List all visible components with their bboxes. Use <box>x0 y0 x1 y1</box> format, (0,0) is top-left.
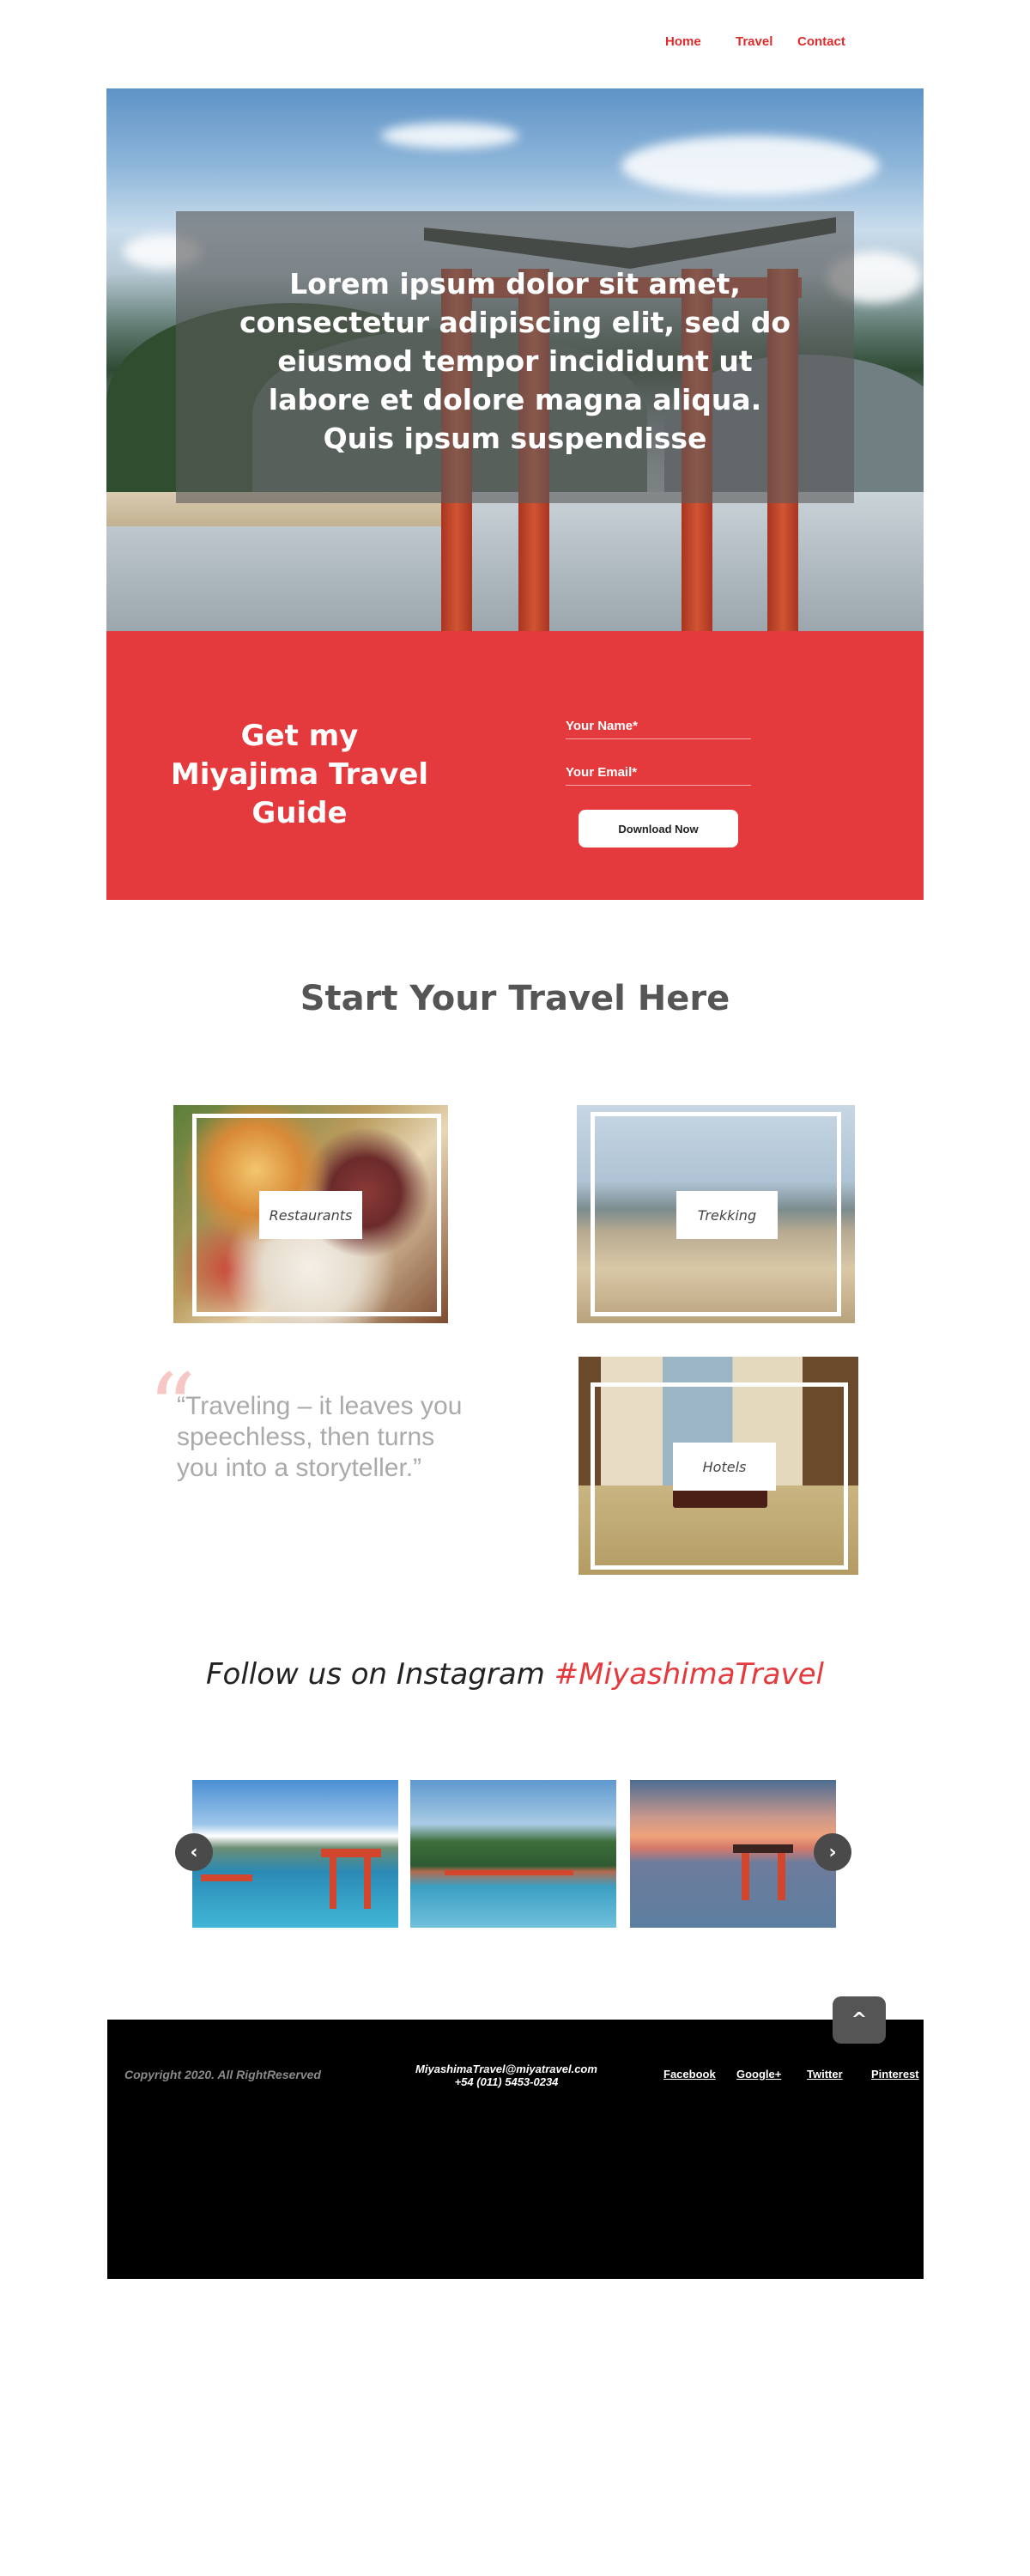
travel-guide-form: Get my Miyajima Travel Guide Your Name* … <box>106 631 924 900</box>
card-label-restaurants: Restaurants <box>259 1191 362 1239</box>
social-link-pinterest[interactable]: Pinterest <box>871 2068 919 2081</box>
footer-email[interactable]: MiyashimaTravel@miyatravel.com <box>399 2063 614 2075</box>
hero-cloud <box>621 136 879 196</box>
social-link-twitter[interactable]: Twitter <box>807 2068 843 2081</box>
card-label-hotels: Hotels <box>673 1443 776 1491</box>
card-label-trekking: Trekking <box>676 1191 778 1239</box>
instagram-photo[interactable] <box>630 1780 836 1928</box>
guide-title: Get my Miyajima Travel Guide <box>170 719 429 830</box>
hero-cloud <box>381 123 518 149</box>
email-field[interactable]: Your Email* <box>566 765 751 786</box>
trekking-card[interactable]: Trekking <box>577 1105 855 1323</box>
instagram-lead: Follow us on Instagram <box>205 1657 554 1692</box>
copyright-text: Copyright 2020. All RightReserved <box>124 2068 321 2081</box>
name-field[interactable]: Your Name* <box>566 719 751 739</box>
instagram-hashtag[interactable]: #MiyashimaTravel <box>554 1657 824 1692</box>
instagram-photo[interactable] <box>192 1780 398 1928</box>
hero-banner: Lorem ipsum dolor sit amet, consectetur … <box>106 88 924 631</box>
nav-link-contact[interactable]: Contact <box>797 34 845 49</box>
download-now-button[interactable]: Download Now <box>579 810 738 848</box>
back-to-top-button[interactable]: ^ <box>833 1996 886 2044</box>
footer-contact: MiyashimaTravel@miyatravel.com +54 (011)… <box>399 2063 614 2088</box>
section-title: Start Your Travel Here <box>300 979 730 1018</box>
social-link-googleplus[interactable]: Google+ <box>736 2068 781 2081</box>
restaurants-card[interactable]: Restaurants <box>173 1105 448 1323</box>
instagram-heading: Follow us on Instagram #MiyashimaTravel <box>0 1657 1030 1692</box>
hero-headline: Lorem ipsum dolor sit amet, consectetur … <box>239 267 791 455</box>
site-footer: Copyright 2020. All RightReserved Miyash… <box>107 2020 924 2279</box>
nav-link-home[interactable]: Home <box>665 34 701 49</box>
hotels-card[interactable]: Hotels <box>579 1357 858 1575</box>
social-link-facebook[interactable]: Facebook <box>663 2068 716 2081</box>
carousel-next-button[interactable]: › <box>814 1833 851 1871</box>
travel-quote: “Traveling – it leaves you speechless, t… <box>177 1392 463 1482</box>
carousel-prev-button[interactable]: ‹ <box>175 1833 213 1871</box>
instagram-photo[interactable] <box>410 1780 616 1928</box>
nav-link-travel[interactable]: Travel <box>736 34 772 49</box>
footer-phone: +54 (011) 5453-0234 <box>454 2075 559 2088</box>
